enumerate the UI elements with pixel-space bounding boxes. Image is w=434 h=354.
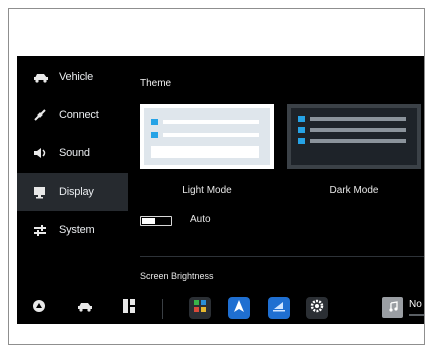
sidebar-item-label: System xyxy=(59,224,95,236)
chart-app-button[interactable] xyxy=(268,297,290,319)
navigation-app-button[interactable] xyxy=(228,297,250,319)
settings-app-button[interactable] xyxy=(306,297,328,319)
sidebar-item-connect[interactable]: Connect xyxy=(17,96,128,134)
home-button[interactable] xyxy=(27,296,51,320)
card-preview-line xyxy=(163,133,259,137)
infotainment-screen: Vehicle Connect Sound Display System The… xyxy=(17,56,424,324)
monitor-icon xyxy=(33,186,55,199)
screenshot-frame: Vehicle Connect Sound Display System The… xyxy=(8,8,425,345)
media-status-text[interactable]: No con xyxy=(409,299,424,310)
auto-label: Auto xyxy=(190,214,211,225)
sliders-icon xyxy=(33,224,55,236)
card-accent-block xyxy=(298,116,305,122)
bottom-dock: No con xyxy=(17,292,424,324)
auto-theme-toggle[interactable] xyxy=(140,216,172,226)
sidebar-item-label: Connect xyxy=(59,109,99,121)
card-preview-line xyxy=(310,139,406,143)
card-preview-line xyxy=(163,120,259,124)
tiles-app-button[interactable] xyxy=(189,297,211,319)
car-icon xyxy=(77,299,93,317)
vehicle-button[interactable] xyxy=(73,296,97,320)
car-icon xyxy=(33,71,55,83)
light-mode-label: Light Mode xyxy=(182,185,232,196)
card-preview-block xyxy=(151,146,259,158)
settings-app-icon xyxy=(310,299,324,318)
music-note-icon xyxy=(388,299,398,317)
theme-section-title: Theme xyxy=(140,78,172,89)
card-accent-block xyxy=(298,127,305,133)
dark-mode-label: Dark Mode xyxy=(329,185,379,196)
media-album-art[interactable] xyxy=(382,297,403,318)
sidebar-item-vehicle[interactable]: Vehicle xyxy=(17,58,128,96)
split-view-button[interactable] xyxy=(117,296,141,320)
navigation-app-icon xyxy=(233,299,245,318)
light-mode-card[interactable] xyxy=(140,104,274,169)
split-view-icon xyxy=(123,298,135,318)
sidebar-item-display[interactable]: Display xyxy=(17,173,128,211)
card-preview-line xyxy=(310,117,406,121)
chart-app-icon xyxy=(272,299,286,317)
settings-sidebar: Vehicle Connect Sound Display System xyxy=(17,56,128,292)
sidebar-item-sound[interactable]: Sound xyxy=(17,134,128,172)
display-settings-panel: Theme Light Mode Dark Mode Auto Screen B… xyxy=(135,56,424,292)
card-accent-block xyxy=(298,138,305,144)
card-accent-block xyxy=(151,132,158,138)
section-divider xyxy=(140,256,424,257)
sidebar-item-label: Vehicle xyxy=(59,71,94,83)
sidebar-item-label: Display xyxy=(59,186,94,198)
brightness-section-title: Screen Brightness xyxy=(140,271,214,281)
card-preview-line xyxy=(310,128,406,132)
speaker-icon xyxy=(33,147,55,159)
dark-mode-card[interactable] xyxy=(287,104,421,169)
toggle-knob xyxy=(142,218,155,224)
connect-icon xyxy=(33,108,55,122)
card-accent-block xyxy=(151,119,158,125)
sidebar-item-label: Sound xyxy=(59,147,90,159)
home-circle-icon xyxy=(32,299,46,318)
dock-separator xyxy=(162,299,163,319)
tiles-app-icon xyxy=(193,299,207,318)
media-progress-bar xyxy=(409,314,424,316)
sidebar-item-system[interactable]: System xyxy=(17,211,128,249)
